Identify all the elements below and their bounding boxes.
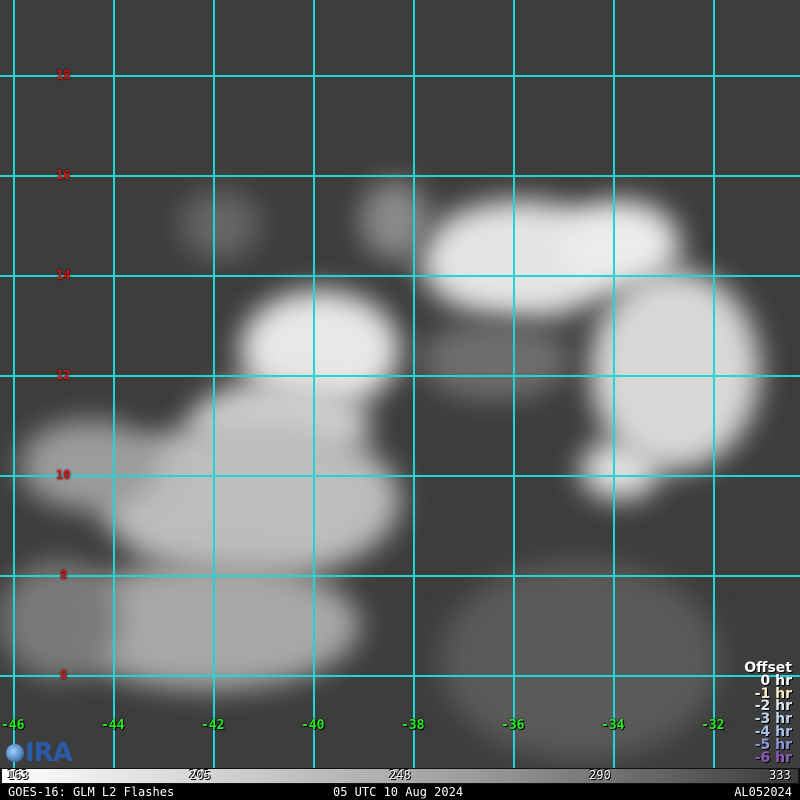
latitude-label: 10: [56, 468, 71, 482]
satellite-image: [0, 0, 800, 768]
offset-legend: Offset 0 hr -1 hr -2 hr -3 hr -4 hr -5 h…: [744, 661, 792, 766]
legend-item: -6 hr: [754, 749, 792, 766]
meridian-line: [713, 0, 715, 768]
product-label: GOES-16: GLM L2 Flashes: [8, 785, 175, 799]
colorbar-tick: 205: [189, 768, 211, 782]
latitude-label: 6: [60, 668, 68, 682]
latitude-label: 8: [60, 568, 68, 582]
longitude-label: -44: [101, 718, 125, 733]
parallel-line: [0, 675, 800, 677]
longitude-label: -46: [1, 718, 25, 733]
longitude-label: -36: [501, 718, 525, 733]
meridian-line: [513, 0, 515, 768]
colorbar-tick: 333: [769, 768, 791, 782]
meridian-line: [413, 0, 415, 768]
colorbar-tick: 290: [589, 768, 611, 782]
meridian-line: [313, 0, 315, 768]
satellite-viewer: 18 16 14 12 10 8 6 -46 -44 -42 -40 -38 -…: [0, 0, 800, 800]
latitude-label: 16: [56, 168, 71, 182]
meridian-line: [13, 0, 15, 768]
longitude-label: -38: [401, 718, 425, 733]
colorbar-tick: 163: [7, 768, 29, 782]
footer-bar: GOES-16: GLM L2 Flashes 05 UTC 10 Aug 20…: [0, 784, 800, 800]
cira-logo: IRA: [6, 738, 73, 768]
parallel-line: [0, 375, 800, 377]
parallel-line: [0, 175, 800, 177]
latitude-label: 14: [56, 268, 71, 282]
parallel-line: [0, 475, 800, 477]
globe-icon: [6, 744, 24, 762]
parallel-line: [0, 575, 800, 577]
colorbar: 163 205 248 290 333: [0, 768, 800, 784]
parallel-line: [0, 75, 800, 77]
longitude-label: -32: [701, 718, 725, 733]
latitude-label: 12: [56, 368, 71, 382]
meridian-line: [613, 0, 615, 768]
meridian-line: [113, 0, 115, 768]
storm-id-label: AL052024: [734, 785, 792, 799]
colorbar-tick: 248: [389, 768, 411, 782]
latitude-label: 18: [56, 68, 71, 82]
meridian-line: [213, 0, 215, 768]
longitude-label: -42: [201, 718, 225, 733]
longitude-label: -40: [301, 718, 325, 733]
time-label: 05 UTC 10 Aug 2024: [333, 785, 464, 799]
longitude-label: -34: [601, 718, 625, 733]
parallel-line: [0, 275, 800, 277]
